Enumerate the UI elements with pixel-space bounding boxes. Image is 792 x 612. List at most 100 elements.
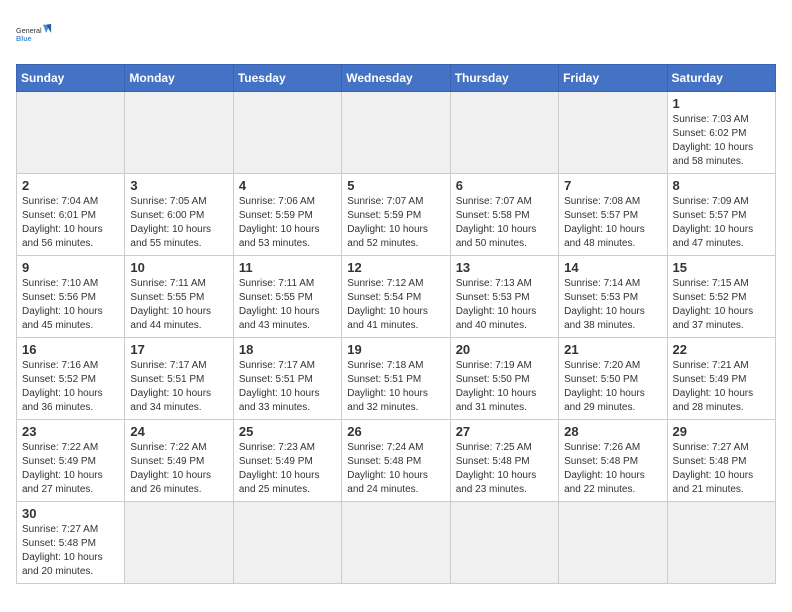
calendar-cell: 1 Sunrise: 7:03 AMSunset: 6:02 PMDaylight…: [667, 92, 775, 174]
week-row-2: 2Sunrise: 7:04 AMSunset: 6:01 PMDaylight…: [17, 174, 776, 256]
week-row-6: 30 Sunrise: 7:27 AMSunset: 5:48 PMDayligh…: [17, 502, 776, 584]
calendar-cell: 12 Sunrise: 7:12 AMSunset: 5:54 PMDayligh…: [342, 256, 450, 338]
day-number: 19: [347, 342, 444, 357]
day-info: Sunrise: 7:20 AMSunset: 5:50 PMDaylight:…: [564, 359, 661, 415]
day-info: Sunrise: 7:13 AMSunset: 5:53 PMDaylight:…: [456, 277, 553, 333]
day-number: 12: [347, 260, 444, 275]
svg-text:General: General: [16, 26, 42, 35]
day-info: Sunrise: 7:06 AMSunset: 5:59 PMDaylight:…: [239, 195, 336, 251]
day-number: 28: [564, 424, 661, 439]
calendar-cell: [667, 502, 775, 584]
day-number: 24: [130, 424, 227, 439]
calendar-cell: 25Sunrise: 7:23 AMSunset: 5:49 PMDayligh…: [233, 420, 341, 502]
week-row-1: 1 Sunrise: 7:03 AMSunset: 6:02 PMDaylight…: [17, 92, 776, 174]
day-info: Sunrise: 7:07 AMSunset: 5:58 PMDaylight:…: [456, 195, 553, 251]
calendar-cell: 18 Sunrise: 7:17 AMSunset: 5:51 PMDayligh…: [233, 338, 341, 420]
day-number: 26: [347, 424, 444, 439]
calendar-cell: [450, 502, 558, 584]
weekday-header-row: SundayMondayTuesdayWednesdayThursdayFrid…: [17, 65, 776, 92]
calendar-cell: 4 Sunrise: 7:06 AMSunset: 5:59 PMDaylight…: [233, 174, 341, 256]
logo: GeneralBlue: [16, 16, 52, 52]
calendar-cell: 30 Sunrise: 7:27 AMSunset: 5:48 PMDayligh…: [17, 502, 125, 584]
day-info: Sunrise: 7:24 AMSunset: 5:48 PMDaylight:…: [347, 441, 444, 497]
calendar-table: SundayMondayTuesdayWednesdayThursdayFrid…: [16, 64, 776, 584]
calendar-cell: 3Sunrise: 7:05 AMSunset: 6:00 PMDaylight…: [125, 174, 233, 256]
week-row-4: 16 Sunrise: 7:16 AMSunset: 5:52 PMDayligh…: [17, 338, 776, 420]
day-info: Sunrise: 7:17 AMSunset: 5:51 PMDaylight:…: [130, 359, 227, 415]
calendar-cell: 19Sunrise: 7:18 AMSunset: 5:51 PMDayligh…: [342, 338, 450, 420]
day-number: 15: [673, 260, 770, 275]
calendar-cell: [342, 92, 450, 174]
calendar-cell: [559, 92, 667, 174]
weekday-header-friday: Friday: [559, 65, 667, 92]
day-number: 16: [22, 342, 119, 357]
calendar-cell: [559, 502, 667, 584]
day-number: 10: [130, 260, 227, 275]
day-number: 2: [22, 178, 119, 193]
day-number: 4: [239, 178, 336, 193]
week-row-5: 23 Sunrise: 7:22 AMSunset: 5:49 PMDayligh…: [17, 420, 776, 502]
calendar-cell: 8 Sunrise: 7:09 AMSunset: 5:57 PMDaylight…: [667, 174, 775, 256]
day-info: Sunrise: 7:11 AMSunset: 5:55 PMDaylight:…: [239, 277, 336, 333]
calendar-cell: [450, 92, 558, 174]
weekday-header-saturday: Saturday: [667, 65, 775, 92]
weekday-header-tuesday: Tuesday: [233, 65, 341, 92]
day-number: 6: [456, 178, 553, 193]
day-info: Sunrise: 7:14 AMSunset: 5:53 PMDaylight:…: [564, 277, 661, 333]
day-number: 7: [564, 178, 661, 193]
day-info: Sunrise: 7:27 AMSunset: 5:48 PMDaylight:…: [22, 523, 119, 579]
calendar-cell: 26 Sunrise: 7:24 AMSunset: 5:48 PMDayligh…: [342, 420, 450, 502]
day-info: Sunrise: 7:19 AMSunset: 5:50 PMDaylight:…: [456, 359, 553, 415]
calendar-cell: 27 Sunrise: 7:25 AMSunset: 5:48 PMDayligh…: [450, 420, 558, 502]
calendar-cell: 10 Sunrise: 7:11 AMSunset: 5:55 PMDayligh…: [125, 256, 233, 338]
calendar-cell: [17, 92, 125, 174]
calendar-cell: [342, 502, 450, 584]
day-info: Sunrise: 7:03 AMSunset: 6:02 PMDaylight:…: [673, 113, 770, 169]
calendar-cell: 22 Sunrise: 7:21 AMSunset: 5:49 PMDayligh…: [667, 338, 775, 420]
day-info: Sunrise: 7:05 AMSunset: 6:00 PMDaylight:…: [130, 195, 227, 251]
weekday-header-sunday: Sunday: [17, 65, 125, 92]
day-info: Sunrise: 7:22 AMSunset: 5:49 PMDaylight:…: [130, 441, 227, 497]
calendar-cell: 16 Sunrise: 7:16 AMSunset: 5:52 PMDayligh…: [17, 338, 125, 420]
day-number: 22: [673, 342, 770, 357]
calendar-cell: 11 Sunrise: 7:11 AMSunset: 5:55 PMDayligh…: [233, 256, 341, 338]
day-number: 29: [673, 424, 770, 439]
calendar-cell: [233, 502, 341, 584]
day-info: Sunrise: 7:17 AMSunset: 5:51 PMDaylight:…: [239, 359, 336, 415]
day-number: 30: [22, 506, 119, 521]
day-number: 13: [456, 260, 553, 275]
day-info: Sunrise: 7:09 AMSunset: 5:57 PMDaylight:…: [673, 195, 770, 251]
day-info: Sunrise: 7:08 AMSunset: 5:57 PMDaylight:…: [564, 195, 661, 251]
day-info: Sunrise: 7:27 AMSunset: 5:48 PMDaylight:…: [673, 441, 770, 497]
day-info: Sunrise: 7:16 AMSunset: 5:52 PMDaylight:…: [22, 359, 119, 415]
day-number: 27: [456, 424, 553, 439]
day-number: 17: [130, 342, 227, 357]
calendar-cell: 5 Sunrise: 7:07 AMSunset: 5:59 PMDaylight…: [342, 174, 450, 256]
day-info: Sunrise: 7:11 AMSunset: 5:55 PMDaylight:…: [130, 277, 227, 333]
day-info: Sunrise: 7:21 AMSunset: 5:49 PMDaylight:…: [673, 359, 770, 415]
week-row-3: 9 Sunrise: 7:10 AMSunset: 5:56 PMDaylight…: [17, 256, 776, 338]
day-number: 14: [564, 260, 661, 275]
calendar-cell: [125, 502, 233, 584]
day-info: Sunrise: 7:12 AMSunset: 5:54 PMDaylight:…: [347, 277, 444, 333]
weekday-header-thursday: Thursday: [450, 65, 558, 92]
day-number: 18: [239, 342, 336, 357]
calendar-cell: 14 Sunrise: 7:14 AMSunset: 5:53 PMDayligh…: [559, 256, 667, 338]
calendar-cell: 9 Sunrise: 7:10 AMSunset: 5:56 PMDaylight…: [17, 256, 125, 338]
day-number: 9: [22, 260, 119, 275]
day-info: Sunrise: 7:07 AMSunset: 5:59 PMDaylight:…: [347, 195, 444, 251]
calendar-cell: 24 Sunrise: 7:22 AMSunset: 5:49 PMDayligh…: [125, 420, 233, 502]
day-info: Sunrise: 7:15 AMSunset: 5:52 PMDaylight:…: [673, 277, 770, 333]
day-number: 23: [22, 424, 119, 439]
day-number: 8: [673, 178, 770, 193]
calendar-cell: 2Sunrise: 7:04 AMSunset: 6:01 PMDaylight…: [17, 174, 125, 256]
calendar-cell: 23Sunrise: 7:22 AMSunset: 5:49 PMDayligh…: [17, 420, 125, 502]
day-info: Sunrise: 7:25 AMSunset: 5:48 PMDaylight:…: [456, 441, 553, 497]
day-number: 1: [673, 96, 770, 111]
day-info: Sunrise: 7:26 AMSunset: 5:48 PMDaylight:…: [564, 441, 661, 497]
day-number: 11: [239, 260, 336, 275]
day-number: 25: [239, 424, 336, 439]
day-info: Sunrise: 7:10 AMSunset: 5:56 PMDaylight:…: [22, 277, 119, 333]
calendar-cell: [233, 92, 341, 174]
day-number: 5: [347, 178, 444, 193]
